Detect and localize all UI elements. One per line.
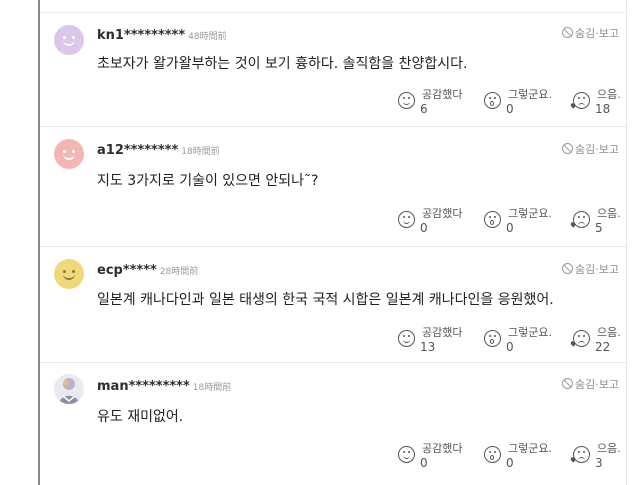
ban-icon xyxy=(562,378,573,389)
comment-time: 28時間前 xyxy=(159,267,199,277)
avatar[interactable] xyxy=(54,374,84,404)
reaction-ok-count: 0 xyxy=(506,456,514,470)
avatar[interactable] xyxy=(54,139,84,169)
comment-time: 48時間前 xyxy=(188,32,227,42)
reaction-hmm-count: 5 xyxy=(595,221,603,235)
reaction-like-count: 6 xyxy=(420,102,428,116)
surprised-face-icon xyxy=(484,92,501,109)
comment-username[interactable]: ecp***** 28時間前 xyxy=(97,263,198,278)
reaction-hmm-count: 3 xyxy=(595,456,603,470)
reaction-ok-count: 0 xyxy=(506,102,514,116)
surprised-face-icon xyxy=(484,330,501,347)
comment-item: ecp***** 28時間前 숨김·보고 일본계 캐나다인과 일본 태생의 한국 … xyxy=(40,246,626,363)
comment-item: man********* 18時間前 숨김·보고 유도 재미없어. 공감했다 0 … xyxy=(40,362,626,480)
ban-icon xyxy=(562,263,573,274)
avatar[interactable] xyxy=(54,25,84,55)
reaction-like-count: 0 xyxy=(420,456,428,470)
comment-username[interactable]: a12******** 18時間前 xyxy=(97,143,220,158)
user-photo-icon xyxy=(59,378,79,404)
comment-username[interactable]: kn1********* 48時間前 xyxy=(97,28,227,43)
reaction-like-count: 13 xyxy=(420,340,436,354)
smile-face-icon xyxy=(398,211,415,228)
ban-icon xyxy=(562,143,573,154)
hide-report-button[interactable]: 숨김·보고 xyxy=(562,141,619,157)
ban-icon xyxy=(562,27,573,38)
comment-username[interactable]: man********* 18時間前 xyxy=(97,379,231,394)
comment-item: a12******** 18時間前 숨김·보고 지도 3가지로 기술이 있으면 안… xyxy=(40,126,626,247)
sad-face-icon xyxy=(569,446,590,463)
comment-text: 지도 3가지로 기술이 있으면 안되나˜? xyxy=(97,173,319,189)
reaction-ok-count: 0 xyxy=(506,221,514,235)
hide-report-button[interactable]: 숨김·보고 xyxy=(562,376,619,392)
reaction-hmm-count: 18 xyxy=(595,102,611,116)
hide-report-button[interactable]: 숨김·보고 xyxy=(562,261,619,277)
surprised-face-icon xyxy=(484,211,501,228)
avatar[interactable] xyxy=(54,259,84,289)
comment-text: 초보자가 왈가왈부하는 것이 보기 흉하다. 솔직함을 찬양합시다. xyxy=(97,56,468,72)
reaction-like-count: 0 xyxy=(420,221,428,235)
comment-time: 18時間前 xyxy=(181,147,220,157)
reaction-ok-count: 0 xyxy=(506,340,514,354)
comment-item: kn1********* 48時間前 숨김·보고 초보자가 왈가왈부하는 것이 보… xyxy=(40,13,626,127)
sad-face-icon xyxy=(569,92,590,109)
comment-text: 일본계 캐나다인과 일본 태생의 한국 국적 시합은 일본계 캐나다인을 응원했… xyxy=(97,292,554,308)
smile-face-icon xyxy=(398,92,415,109)
comment-time: 18時間前 xyxy=(192,383,232,393)
hide-report-button[interactable]: 숨김·보고 xyxy=(562,25,619,41)
reaction-hmm-count: 22 xyxy=(595,340,611,354)
page-frame-right-border xyxy=(626,0,627,485)
surprised-face-icon xyxy=(484,446,501,463)
sad-face-icon xyxy=(569,330,590,347)
sad-face-icon xyxy=(569,211,590,228)
comment-text: 유도 재미없어. xyxy=(97,409,184,425)
smile-face-icon xyxy=(398,330,415,347)
smile-face-icon xyxy=(398,446,415,463)
